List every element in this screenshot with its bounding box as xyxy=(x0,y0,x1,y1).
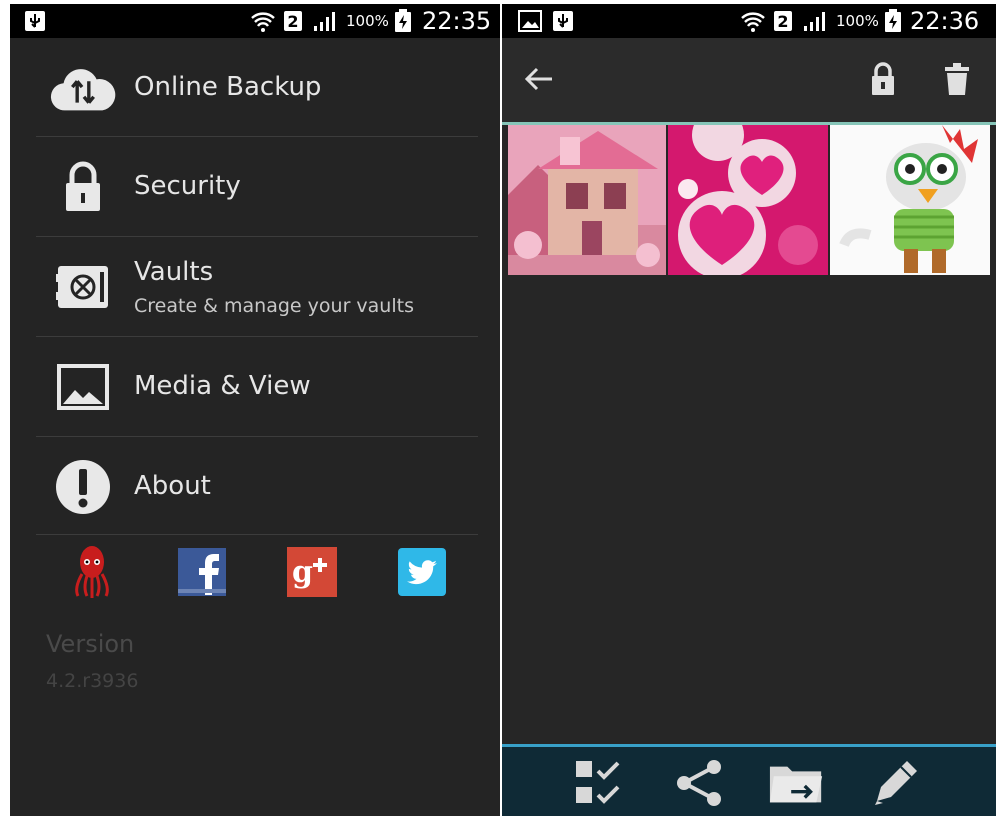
app-bar xyxy=(502,38,996,122)
battery-percent: 100% xyxy=(346,12,389,30)
menu-item-media-view[interactable]: Media & View xyxy=(36,337,478,437)
menu-label: Vaults xyxy=(134,257,214,287)
usb-icon xyxy=(552,4,574,38)
battery-percent: 100% xyxy=(836,12,879,30)
svg-text:g: g xyxy=(292,555,313,590)
trash-icon[interactable] xyxy=(934,56,980,102)
pink-cottage-photo[interactable] xyxy=(508,125,666,275)
signal-icon xyxy=(312,4,338,38)
menu-item-about[interactable]: About xyxy=(36,437,478,535)
wifi-icon xyxy=(250,4,276,38)
lock-icon xyxy=(50,157,116,217)
menu-label: About xyxy=(134,471,211,501)
signal-icon xyxy=(802,4,828,38)
google-plus-icon[interactable]: g xyxy=(284,544,340,600)
twitter-icon[interactable] xyxy=(394,544,450,600)
move-folder-icon[interactable] xyxy=(768,754,826,812)
menu-item-vaults[interactable]: Vaults Create & manage your vaults xyxy=(36,237,478,337)
gallery-screen: 2 100% 22:36 xyxy=(502,4,996,816)
edit-pencil-icon[interactable] xyxy=(866,754,924,812)
image-icon xyxy=(50,357,116,417)
wifi-icon xyxy=(740,4,766,38)
sim-badge: 2 xyxy=(774,11,792,31)
battery-charging-icon xyxy=(884,4,902,38)
menu-item-security[interactable]: Security xyxy=(36,137,478,237)
back-arrow-icon[interactable] xyxy=(516,56,562,102)
cloud-sync-icon xyxy=(50,60,116,120)
menu-label: Online Backup xyxy=(134,72,322,102)
lock-icon[interactable] xyxy=(860,56,906,102)
status-bar: 2 100% 22:36 xyxy=(502,4,996,38)
sim-badge: 2 xyxy=(284,11,302,31)
usb-icon xyxy=(24,4,46,38)
menu-sublabel: Create & manage your vaults xyxy=(134,295,414,317)
version-label: Version xyxy=(46,630,135,658)
select-all-checklist-icon[interactable] xyxy=(570,754,628,812)
version-number: 4.2.r3936 xyxy=(46,670,139,692)
status-bar: 2 100% 22:35 xyxy=(10,4,500,38)
gallery-notification-icon xyxy=(518,4,542,38)
clock: 22:36 xyxy=(910,7,980,35)
cartoon-chicken-photo[interactable] xyxy=(830,125,990,275)
menu-item-online-backup[interactable]: Online Backup xyxy=(36,54,478,137)
share-icon[interactable] xyxy=(670,754,728,812)
vault-icon xyxy=(50,257,116,317)
clock: 22:35 xyxy=(422,7,492,35)
info-exclamation-icon xyxy=(50,457,116,517)
pink-hearts-photo[interactable] xyxy=(668,125,828,275)
squid-mascot-icon[interactable] xyxy=(64,544,120,600)
menu-label: Security xyxy=(134,171,241,201)
facebook-icon[interactable] xyxy=(174,544,230,600)
drawer-screen: 2 100% 22:35 Online Backup Security Vaul… xyxy=(10,4,500,816)
menu-label: Media & View xyxy=(134,371,311,401)
battery-charging-icon xyxy=(394,4,412,38)
